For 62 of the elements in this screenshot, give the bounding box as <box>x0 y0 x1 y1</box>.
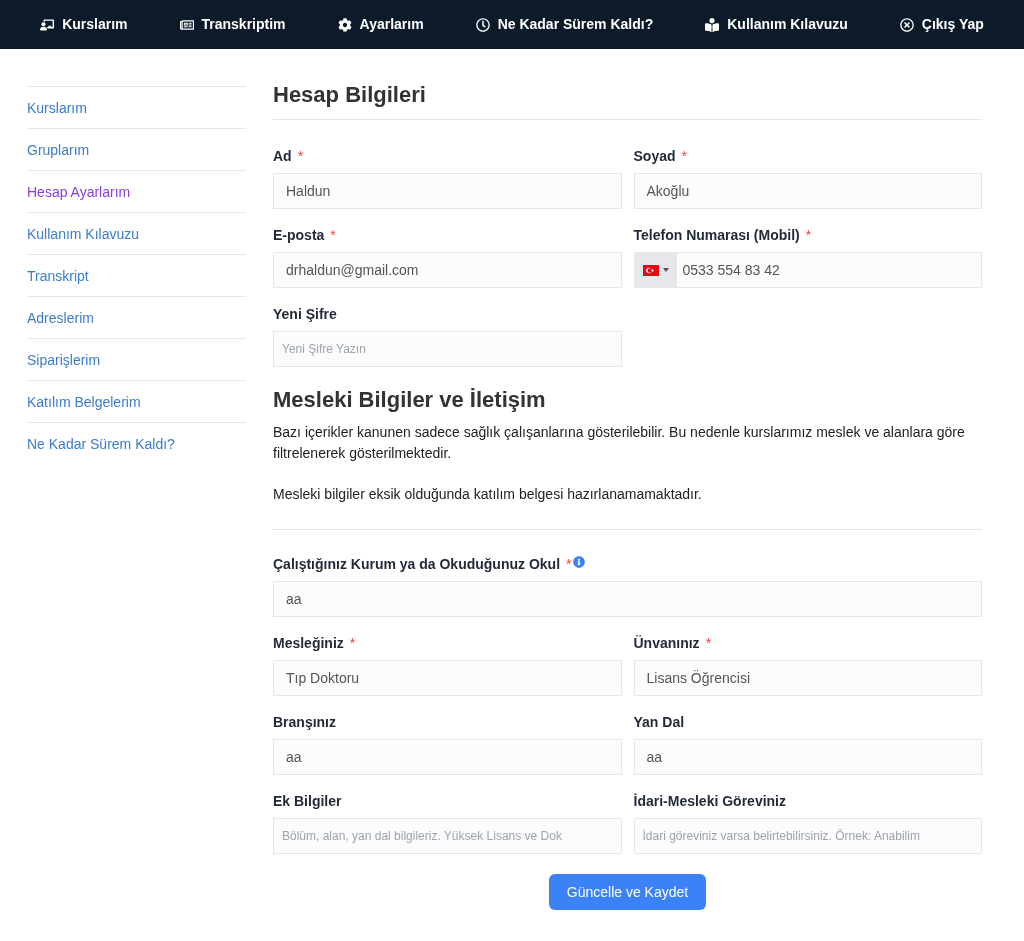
sidebar-item[interactable]: Ne Kadar Sürem Kaldı? <box>27 422 246 464</box>
required-mark: * <box>805 226 812 245</box>
field-label: Ek Bilgiler <box>273 792 342 811</box>
field-label: Branşınız <box>273 713 336 732</box>
required-mark: * <box>330 226 336 245</box>
nav-link[interactable]: Kurslarım <box>40 14 128 35</box>
settings-icon <box>337 17 352 32</box>
info-icon[interactable] <box>573 556 586 568</box>
card-icon <box>179 17 194 32</box>
sidebar-item[interactable]: Transkript <box>27 254 246 296</box>
field-label: Soyad <box>633 147 676 166</box>
sidebar-item[interactable]: Adreslerim <box>27 296 246 338</box>
required-mark: * <box>566 555 572 574</box>
field-label: Mesleğiniz <box>273 634 344 653</box>
caret-icon <box>662 268 669 272</box>
country-selector[interactable] <box>634 253 677 287</box>
nav-link[interactable]: Ne Kadar Sürem Kaldı? <box>475 14 654 35</box>
nav-link[interactable]: Ayarlarım <box>337 14 424 35</box>
required-mark: * <box>705 634 712 653</box>
nav-link[interactable]: Çıkış Yap <box>899 14 984 35</box>
field-label: İdari-Mesleki Göreviniz <box>633 792 786 811</box>
section-title: Hesap Bilgileri <box>273 78 982 120</box>
input-field[interactable]: Akoğlu <box>633 173 982 209</box>
sidebar-item[interactable]: Katılım Belgelerim <box>27 380 246 422</box>
sidebar-item[interactable]: Kurslarım <box>27 86 246 128</box>
sidebar-item[interactable]: Gruplarım <box>27 128 246 170</box>
required-mark: * <box>681 147 687 166</box>
clock-icon <box>475 17 490 32</box>
input-field[interactable]: Lisans Öğrencisi <box>633 660 982 696</box>
input-field[interactable]: aa <box>273 739 622 775</box>
info-paragraph: Bazı içerikler kanunen sadece sağlık çalışanlarına gösterilebilir. Bu nedenle kurslarımız meslek ve alanlara göre filtrelenerek gösterilmektedir. <box>273 423 966 463</box>
field-label: Çalıştığınız Kurum ya da Okuduğunuz Okul <box>273 555 561 574</box>
nav-link[interactable]: Transkriptim <box>179 14 286 35</box>
nav-link[interactable]: Kullanım Kılavuzu <box>705 14 848 35</box>
field-label: Yeni Şifre <box>273 305 337 324</box>
input-field[interactable]: Haldun <box>273 173 622 209</box>
required-mark: * <box>349 634 356 653</box>
input-field[interactable]: drhaldun@gmail.com <box>273 252 622 288</box>
required-mark: * <box>297 147 304 166</box>
sidebar-item[interactable]: Siparişlerim <box>27 338 246 380</box>
teacher-board-icon <box>40 17 55 32</box>
input-field[interactable]: İdari göreviniz varsa belirtebilirsiniz. Örnek: Anabilim <box>633 818 982 854</box>
info-paragraph: Mesleki bilgiler eksik olduğunda katılım belgesi hazırlanamamaktadır. <box>273 485 703 504</box>
field-label: Yan Dal <box>633 713 685 732</box>
reader-book-icon <box>705 17 720 32</box>
input-field[interactable]: aa <box>273 581 982 617</box>
field-label: Ad <box>273 147 292 166</box>
input-field[interactable]: Tıp Doktoru <box>273 660 622 696</box>
save-button[interactable]: Güncelle ve Kaydet <box>548 874 707 910</box>
phone-field[interactable]: 0533 554 83 42 <box>633 252 982 288</box>
field-label: Telefon Numarası (Mobil) <box>633 226 800 245</box>
close-icon <box>899 17 914 32</box>
section-title: Mesleki Bilgiler ve İletişim <box>273 386 547 414</box>
field-label: E-posta <box>273 226 325 245</box>
field-label: Ünvanınız <box>633 634 700 653</box>
input-field[interactable]: Bölüm, alan, yan dal bilgileriz. Yüksek Lisans ve Dok <box>273 818 622 854</box>
sidebar-item[interactable]: Kullanım Kılavuzu <box>27 212 246 254</box>
flag-icon <box>642 264 659 276</box>
input-field[interactable]: Yeni Şifre Yazın <box>273 331 622 367</box>
sidebar-item[interactable]: Hesap Ayarlarım <box>27 170 246 212</box>
input-field[interactable]: aa <box>633 739 982 775</box>
phone-input[interactable]: 0533 554 83 42 <box>676 253 981 287</box>
